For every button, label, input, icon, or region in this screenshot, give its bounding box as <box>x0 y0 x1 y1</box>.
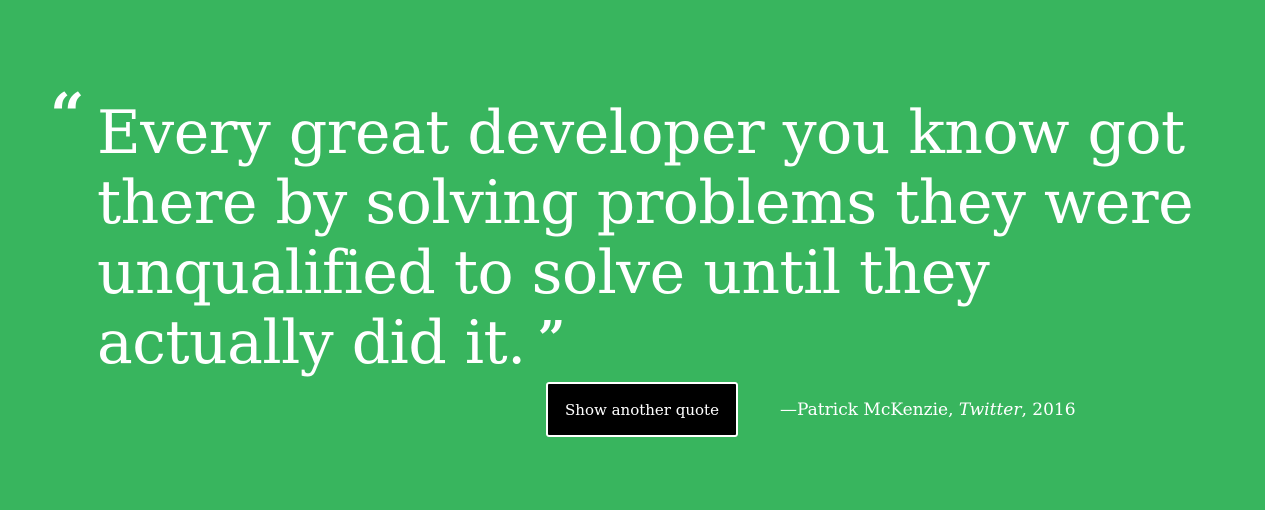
show-another-quote-button[interactable]: Show another quote <box>546 382 738 437</box>
quote-body: Every great developer you know got there… <box>97 98 1194 378</box>
quote-text: Every great developer you know got there… <box>97 98 1237 378</box>
close-quote-icon: ” <box>537 311 566 367</box>
attribution-source: Twitter <box>958 400 1022 420</box>
quote-box: “ Every great developer you know got the… <box>0 0 1265 510</box>
attribution-year: , 2016 <box>1021 400 1076 420</box>
quote-attribution: —Patrick McKenzie, Twitter, 2016 <box>780 398 1076 422</box>
attribution-author: —Patrick McKenzie, <box>780 400 954 420</box>
open-quote-icon: “ <box>50 81 85 151</box>
